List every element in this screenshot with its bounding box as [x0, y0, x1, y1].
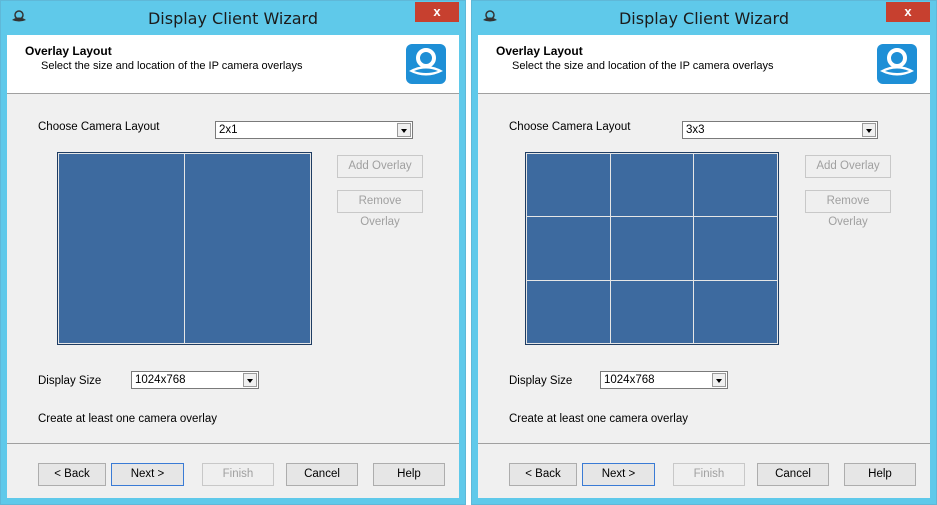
- overlay-cell[interactable]: [609, 279, 695, 344]
- finish-button[interactable]: Finish: [202, 463, 274, 486]
- remove-overlay-button[interactable]: Remove Overlay: [337, 190, 423, 228]
- chevron-down-icon[interactable]: [243, 373, 257, 387]
- wizard-header: Overlay Layout Select the size and locat…: [7, 35, 459, 94]
- finish-button[interactable]: Finish: [673, 463, 745, 486]
- close-button[interactable]: x: [886, 2, 930, 22]
- overlay-layout-canvas[interactable]: [57, 152, 312, 345]
- overlay-cell[interactable]: [693, 216, 778, 281]
- overlay-cell[interactable]: [526, 152, 611, 218]
- add-overlay-button[interactable]: Add Overlay: [337, 155, 423, 178]
- status-message: Create at least one camera overlay: [38, 413, 217, 425]
- overlay-cell[interactable]: [526, 216, 611, 281]
- overlay-cell[interactable]: [526, 279, 611, 344]
- add-overlay-button[interactable]: Add Overlay: [805, 155, 891, 178]
- page-title: Overlay Layout: [25, 44, 112, 58]
- status-message: Create at least one camera overlay: [509, 413, 688, 425]
- help-button[interactable]: Help: [844, 463, 916, 486]
- display-size-label: Display Size: [509, 375, 573, 387]
- cancel-button[interactable]: Cancel: [286, 463, 358, 486]
- camera-layout-value: 3x3: [686, 124, 705, 136]
- window-title: Display Client Wizard: [147, 9, 319, 28]
- next-button[interactable]: Next >: [111, 463, 184, 486]
- wizard-header: Overlay Layout Select the size and locat…: [478, 35, 930, 94]
- title-bar[interactable]: Display Client Wizard x: [1, 1, 465, 35]
- window-title: Display Client Wizard: [618, 9, 790, 28]
- camera-layout-select[interactable]: 2x1: [215, 121, 413, 139]
- close-button[interactable]: x: [415, 2, 459, 22]
- camera-layout-select[interactable]: 3x3: [682, 121, 878, 139]
- title-bar[interactable]: Display Client Wizard x: [472, 1, 936, 35]
- chevron-down-icon[interactable]: [397, 123, 411, 137]
- footer-divider: [7, 443, 459, 444]
- wizard-body: Overlay Layout Select the size and locat…: [7, 35, 459, 498]
- product-logo-icon: [877, 44, 917, 84]
- back-button[interactable]: < Back: [38, 463, 106, 486]
- wizard-window-left: Display Client Wizard x Overlay Layout S…: [0, 0, 466, 505]
- page-title: Overlay Layout: [496, 44, 583, 58]
- overlay-cell[interactable]: [693, 152, 778, 218]
- remove-overlay-button[interactable]: Remove Overlay: [805, 190, 891, 228]
- back-button[interactable]: < Back: [509, 463, 577, 486]
- camera-layout-value: 2x1: [219, 124, 238, 136]
- chevron-down-icon[interactable]: [862, 123, 876, 137]
- display-size-select[interactable]: 1024x768: [600, 371, 728, 389]
- page-subtitle: Select the size and location of the IP c…: [512, 60, 774, 72]
- overlay-cell[interactable]: [58, 153, 185, 344]
- overlay-cell[interactable]: [609, 216, 695, 281]
- next-button[interactable]: Next >: [582, 463, 655, 486]
- overlay-cell[interactable]: [609, 152, 695, 218]
- display-size-value: 1024x768: [135, 374, 186, 386]
- footer-divider: [478, 443, 930, 444]
- product-logo-icon: [406, 44, 446, 84]
- overlay-layout-canvas[interactable]: [525, 152, 779, 345]
- overlay-cell[interactable]: [693, 279, 778, 344]
- chevron-down-icon[interactable]: [712, 373, 726, 387]
- help-button[interactable]: Help: [373, 463, 445, 486]
- overlay-cell[interactable]: [184, 153, 311, 344]
- page-subtitle: Select the size and location of the IP c…: [41, 60, 303, 72]
- display-size-value: 1024x768: [604, 374, 655, 386]
- display-size-label: Display Size: [38, 375, 102, 387]
- display-size-select[interactable]: 1024x768: [131, 371, 259, 389]
- wizard-body: Overlay Layout Select the size and locat…: [478, 35, 930, 498]
- wizard-window-right: Display Client Wizard x Overlay Layout S…: [471, 0, 937, 505]
- camera-layout-label: Choose Camera Layout: [38, 121, 160, 133]
- camera-layout-label: Choose Camera Layout: [509, 121, 631, 133]
- cancel-button[interactable]: Cancel: [757, 463, 829, 486]
